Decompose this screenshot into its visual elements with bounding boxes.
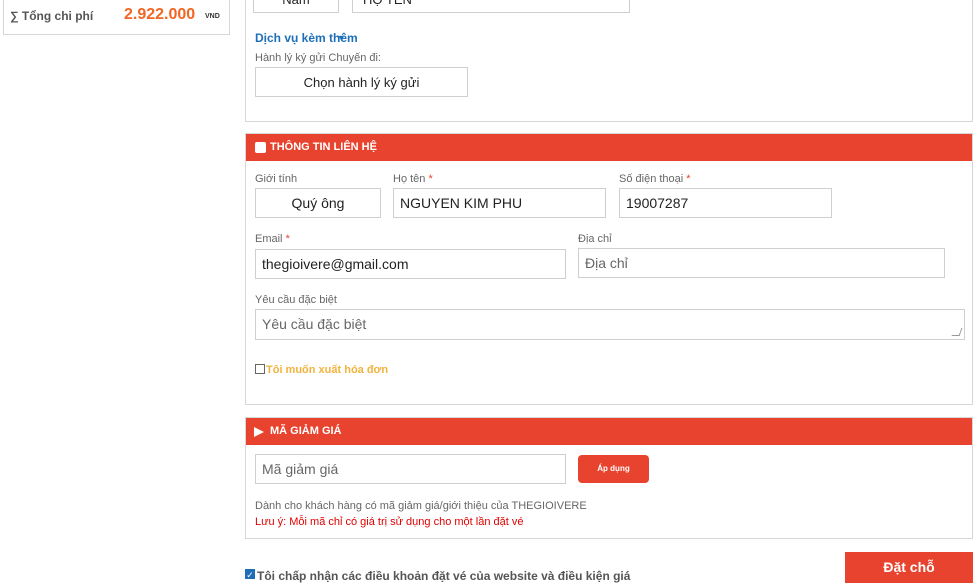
gender-select[interactable]: Quý ông bbox=[255, 188, 381, 218]
discount-panel-header: MÃ GIẢM GIÁ bbox=[246, 418, 972, 445]
book-button[interactable]: Đặt chỗ bbox=[845, 552, 973, 583]
phone-field[interactable]: 19007287 bbox=[619, 188, 832, 218]
discount-code-field[interactable]: Mã giảm giá bbox=[255, 454, 566, 484]
total-cost-label: ∑ Tổng chi phí bbox=[10, 9, 94, 23]
baggage-label: Hành lý ký gửi Chuyến đi: bbox=[255, 52, 381, 64]
resize-handle-icon[interactable] bbox=[951, 328, 963, 336]
invoice-checkbox[interactable] bbox=[255, 364, 265, 374]
select-baggage-button[interactable]: Chọn hành lý ký gửi bbox=[255, 67, 468, 97]
special-request-label: Yêu cầu đặc biệt bbox=[255, 294, 337, 306]
discount-panel-title: MÃ GIẢM GIÁ bbox=[270, 425, 342, 437]
name-field[interactable]: NGUYEN KIM PHU bbox=[393, 188, 606, 218]
email-label: Email * bbox=[255, 233, 290, 245]
discount-hint: Dành cho khách hàng có mã giảm giá/giới … bbox=[255, 500, 587, 512]
special-request-textarea[interactable]: Yêu cầu đặc biệt bbox=[255, 309, 965, 340]
accept-terms-label[interactable]: Tôi chấp nhận các điều khoản đặt vé của … bbox=[257, 569, 630, 583]
contact-panel-title: THÔNG TIN LIÊN HỆ bbox=[270, 141, 377, 153]
gender-label: Giới tính bbox=[255, 173, 298, 185]
accept-terms-checkbox[interactable]: ✓ bbox=[245, 569, 255, 580]
caret-down-icon[interactable]: ▼ bbox=[337, 33, 346, 43]
passenger-gender-select[interactable]: Nam bbox=[253, 0, 339, 13]
discount-note: Lưu ý: Mỗi mã chỉ có giá trị sử dụng cho… bbox=[255, 516, 524, 528]
invoice-label[interactable]: Tôi muốn xuất hóa đơn bbox=[266, 364, 388, 376]
tag-icon bbox=[254, 427, 264, 437]
name-label: Họ tên * bbox=[393, 173, 433, 185]
address-label: Địa chỉ bbox=[578, 233, 612, 245]
address-field[interactable]: Địa chỉ bbox=[578, 248, 945, 278]
apply-discount-button[interactable]: Áp dụng bbox=[578, 455, 649, 483]
phone-label: Số điện thoại * bbox=[619, 173, 691, 185]
total-cost-currency: VND bbox=[205, 13, 220, 20]
phone-icon bbox=[255, 142, 266, 153]
total-cost-value: 2.922.000 bbox=[124, 6, 196, 23]
passenger-name-field[interactable]: HỌ TÊN bbox=[352, 0, 630, 13]
contact-panel-header: THÔNG TIN LIÊN HỆ bbox=[246, 134, 972, 161]
email-field[interactable]: thegioivere@gmail.com bbox=[255, 249, 566, 279]
